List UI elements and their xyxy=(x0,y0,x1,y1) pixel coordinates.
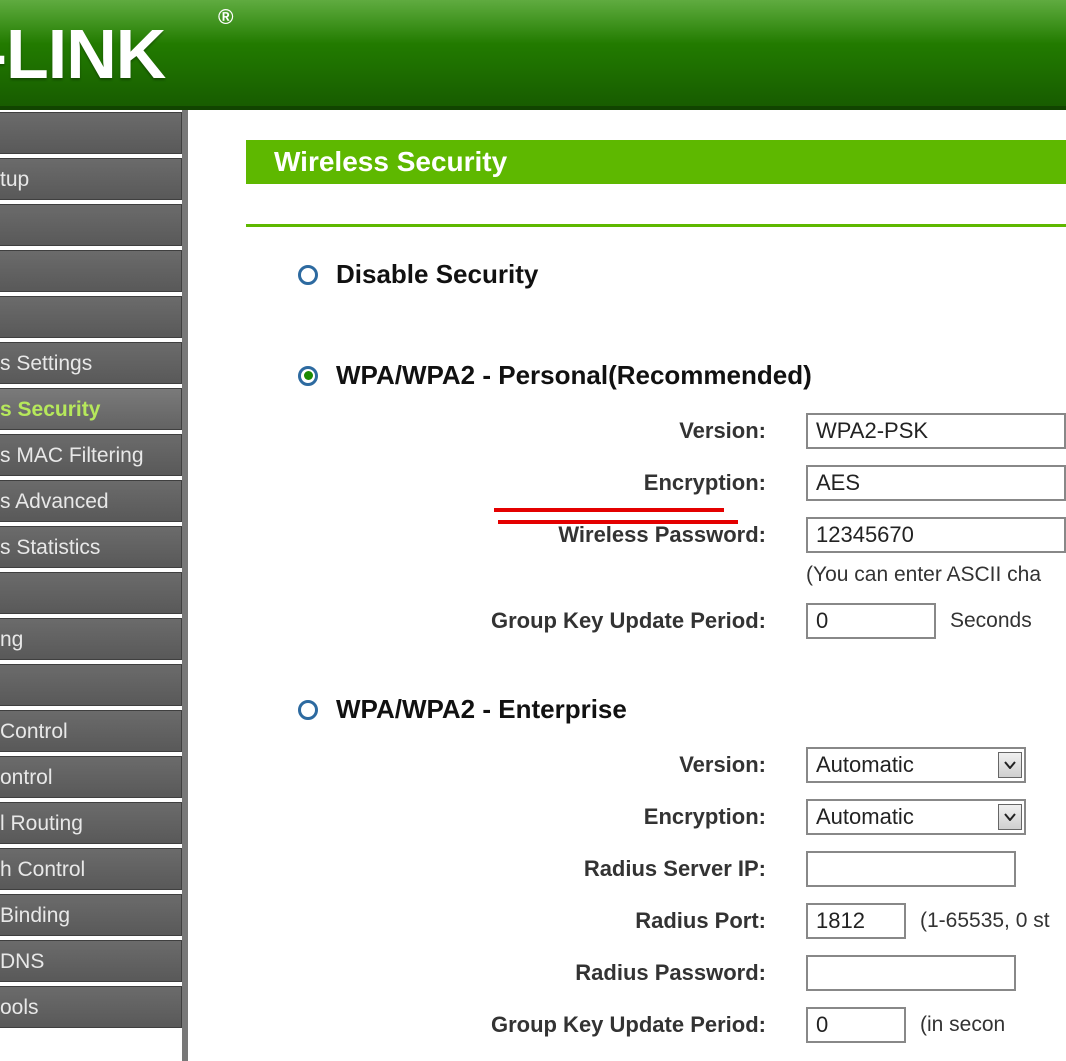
sidebar-item-label: s Settings xyxy=(0,343,181,384)
brand-logo: P-LINK xyxy=(0,14,165,94)
sidebar-item-12 xyxy=(0,664,182,706)
input-radius-port[interactable] xyxy=(806,903,906,939)
sidebar-item-3 xyxy=(0,250,182,292)
option-enterprise-label: WPA/WPA2 - Enterprise xyxy=(336,694,627,725)
divider xyxy=(246,224,1066,227)
sidebar-item-label: ontrol xyxy=(0,757,181,798)
enterprise-form: Version: Automatic Encryption: Automatic… xyxy=(246,747,1066,1043)
label-radius-ip: Radius Server IP: xyxy=(246,856,806,882)
sidebar-item-11[interactable]: ng xyxy=(0,618,182,660)
sidebar-item-label: ools xyxy=(0,987,181,1028)
sidebar-item-1[interactable]: tup xyxy=(0,158,182,200)
main-content: Wireless Security Disable Security WPA/W… xyxy=(188,110,1066,1061)
input-radius-ip[interactable] xyxy=(806,851,1016,887)
option-disable-label: Disable Security xyxy=(336,259,538,290)
sidebar-item-4 xyxy=(0,296,182,338)
label-ent-group-key: Group Key Update Period: xyxy=(246,1012,806,1038)
select-ent-version-value: Automatic xyxy=(816,752,914,778)
brand-reg: ® xyxy=(218,6,233,30)
unit-seconds: Seconds xyxy=(950,609,1032,633)
option-wpa-personal[interactable]: WPA/WPA2 - Personal(Recommended) xyxy=(246,360,1066,391)
sidebar-item-9[interactable]: s Statistics xyxy=(0,526,182,568)
sidebar-item-label: s Statistics xyxy=(0,527,181,568)
sidebar-item-label: h Control xyxy=(0,849,181,890)
sidebar: tup s Settings s Security s MAC Filtering s … xyxy=(0,110,188,1061)
option-personal-label: WPA/WPA2 - Personal(Recommended) xyxy=(336,360,812,391)
sidebar-item-label: ng xyxy=(0,619,181,660)
option-wpa-enterprise[interactable]: WPA/WPA2 - Enterprise xyxy=(246,694,1066,725)
radio-disable[interactable] xyxy=(298,265,318,285)
sidebar-item-label: tup xyxy=(0,159,181,200)
label-radius-password: Radius Password: xyxy=(246,960,806,986)
sidebar-item-label: DNS xyxy=(0,941,181,982)
input-group-key[interactable] xyxy=(806,603,936,639)
sidebar-item-2 xyxy=(0,204,182,246)
select-ent-version[interactable]: Automatic xyxy=(806,747,1026,783)
sidebar-item-18[interactable]: DNS xyxy=(0,940,182,982)
label-version: Version: xyxy=(246,418,806,444)
sidebar-item-13[interactable]: Control xyxy=(0,710,182,752)
sidebar-item-7[interactable]: s MAC Filtering xyxy=(0,434,182,476)
sidebar-item-label: Binding xyxy=(0,895,181,936)
sidebar-item-6[interactable]: s Security xyxy=(0,388,182,430)
label-ent-version: Version: xyxy=(246,752,806,778)
hint-radius-port: (1-65535, 0 st xyxy=(920,909,1050,933)
sidebar-item-label: l Routing xyxy=(0,803,181,844)
sidebar-item-15[interactable]: l Routing xyxy=(0,802,182,844)
chevron-down-icon[interactable] xyxy=(998,752,1022,778)
sidebar-item-label: s Advanced xyxy=(0,481,181,522)
page-title: Wireless Security xyxy=(246,140,1066,184)
radio-personal[interactable] xyxy=(298,366,318,386)
select-ent-encryption[interactable]: Automatic xyxy=(806,799,1026,835)
chevron-down-icon[interactable] xyxy=(998,804,1022,830)
sidebar-item-19[interactable]: ools xyxy=(0,986,182,1028)
header-banner: P-LINK ® xyxy=(0,0,1066,110)
input-version[interactable] xyxy=(806,413,1066,449)
input-wireless-password[interactable] xyxy=(806,517,1066,553)
input-ent-group-key[interactable] xyxy=(806,1007,906,1043)
option-disable-security[interactable]: Disable Security xyxy=(246,259,1066,290)
label-wireless-password: Wireless Password: xyxy=(246,522,806,548)
sidebar-item-5[interactable]: s Settings xyxy=(0,342,182,384)
label-group-key: Group Key Update Period: xyxy=(246,608,806,634)
main-layout: tup s Settings s Security s MAC Filtering s … xyxy=(0,110,1066,1061)
label-ent-encryption: Encryption: xyxy=(246,804,806,830)
hint-password: (You can enter ASCII cha xyxy=(806,563,1066,587)
radio-enterprise[interactable] xyxy=(298,700,318,720)
hint-ent-gkey: (in secon xyxy=(920,1013,1005,1037)
label-radius-port: Radius Port: xyxy=(246,908,806,934)
sidebar-item-label: s Security xyxy=(0,389,181,430)
sidebar-item-10 xyxy=(0,572,182,614)
sidebar-item-14[interactable]: ontrol xyxy=(0,756,182,798)
sidebar-item-label: s MAC Filtering xyxy=(0,435,181,476)
input-encryption[interactable] xyxy=(806,465,1066,501)
sidebar-item-0 xyxy=(0,112,182,154)
select-ent-encryption-value: Automatic xyxy=(816,804,914,830)
label-encryption: Encryption: xyxy=(246,470,806,496)
sidebar-item-8[interactable]: s Advanced xyxy=(0,480,182,522)
sidebar-item-label: Control xyxy=(0,711,181,752)
sidebar-item-16[interactable]: h Control xyxy=(0,848,182,890)
input-radius-password[interactable] xyxy=(806,955,1016,991)
sidebar-item-17[interactable]: Binding xyxy=(0,894,182,936)
personal-form: Version: Encryption: Wireless Password: … xyxy=(246,413,1066,639)
